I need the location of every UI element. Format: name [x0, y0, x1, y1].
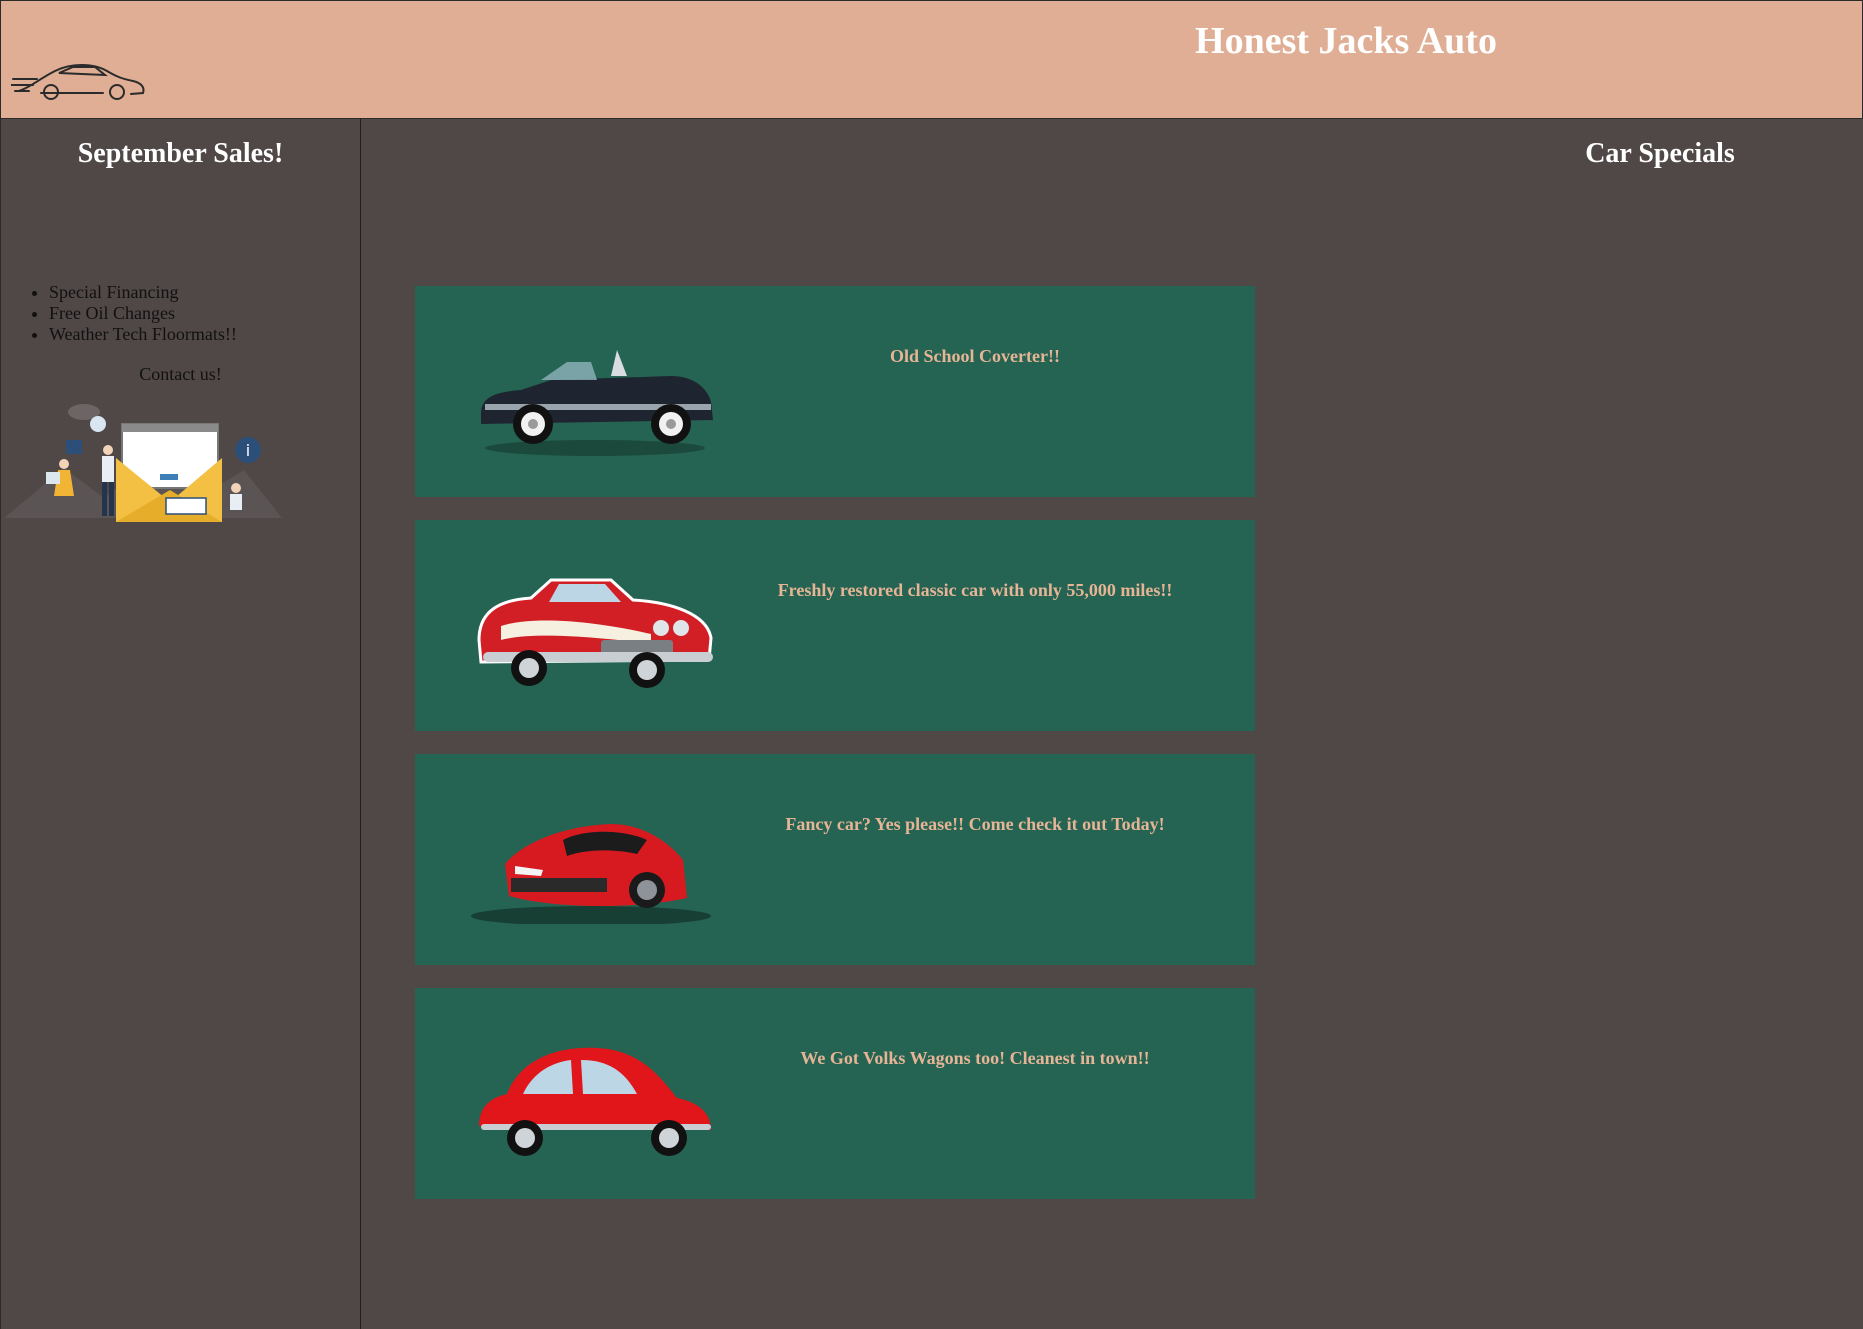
car-special-caption: We Got Volks Wagons too! Cleanest in tow…: [800, 1048, 1150, 1068]
promotion-item: Free Oil Changes: [49, 303, 237, 324]
main-title: Car Specials: [1585, 138, 1735, 169]
car-special-caption: Freshly restored classic car with only 5…: [777, 580, 1173, 600]
car-special-caption: Old School Coverter!!: [890, 346, 1060, 366]
red-beetle-car-icon[interactable]: [471, 1038, 717, 1158]
promotions-list: Special Financing Free Oil Changes Weath…: [0, 282, 237, 345]
sidebar-title: September Sales!: [77, 138, 284, 169]
red-sports-car-icon[interactable]: [471, 804, 717, 924]
red-classic-car-icon[interactable]: [471, 570, 717, 690]
car-special-card[interactable]: Fancy car? Yes please!! Come check it ou…: [415, 754, 1255, 965]
car-special-card[interactable]: We Got Volks Wagons too! Cleanest in tow…: [415, 988, 1255, 1199]
car-special-card[interactable]: Old School Coverter!!: [415, 286, 1255, 497]
sports-car-logo-icon[interactable]: [11, 57, 147, 103]
site-header: Honest Jacks Auto: [0, 0, 1863, 119]
promotion-item: Weather Tech Floormats!!: [49, 324, 237, 345]
car-special-card[interactable]: Freshly restored classic car with only 5…: [415, 520, 1255, 731]
car-special-caption: Fancy car? Yes please!! Come check it ou…: [785, 814, 1165, 834]
black-convertible-car-icon[interactable]: [471, 336, 717, 456]
svg-text:i: i: [246, 441, 250, 460]
contact-illustration-icon: i: [4, 404, 282, 522]
promotion-item: Special Financing: [49, 282, 237, 303]
contact-link[interactable]: Contact us!: [0, 364, 361, 385]
site-title: Honest Jacks Auto: [1195, 20, 1497, 62]
